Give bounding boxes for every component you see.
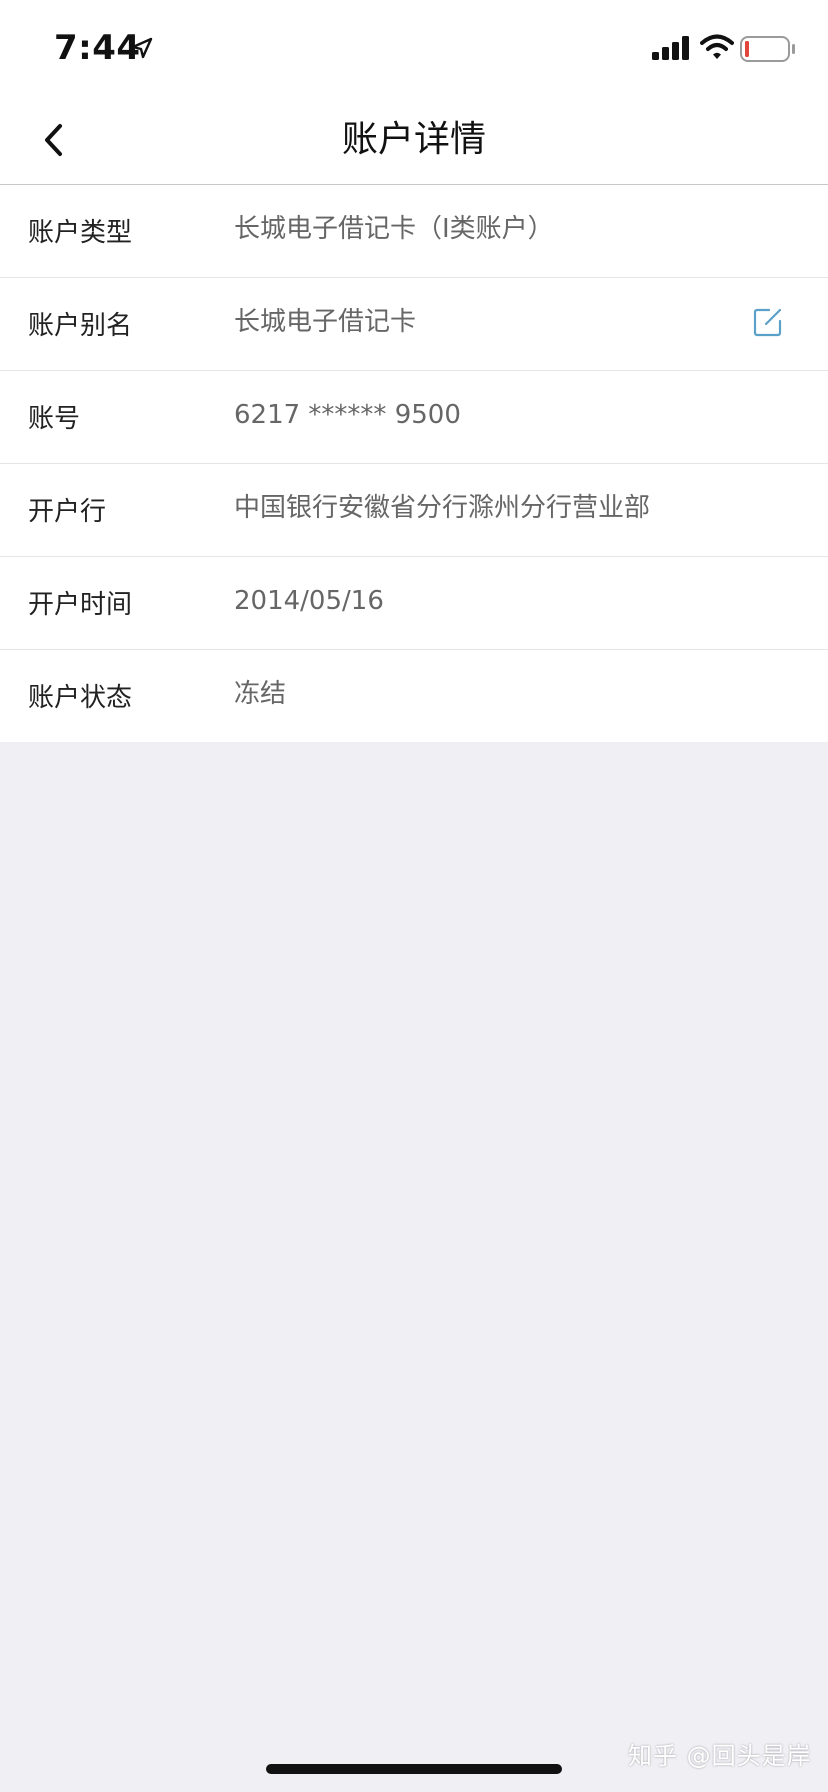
detail-row-account-alias: 账户别名 长城电子借记卡 — [0, 278, 828, 371]
account-detail-list: 账户类型 长城电子借记卡（I类账户） 账户别名 长城电子借记卡 账号 6217 … — [0, 185, 828, 742]
navigation-bar: 账户详情 — [0, 96, 828, 185]
detail-row-opening-date: 开户时间 2014/05/16 — [0, 557, 828, 650]
row-label: 开户行 — [28, 497, 107, 527]
row-value: 6217 ****** 9500 — [234, 400, 461, 430]
row-label: 账户类型 — [28, 218, 133, 248]
battery-low-icon — [740, 36, 795, 62]
row-value: 长城电子借记卡（I类账户） — [234, 214, 554, 244]
edit-alias-button[interactable] — [752, 306, 784, 338]
cellular-signal-icon — [652, 36, 689, 60]
row-value: 长城电子借记卡 — [234, 307, 417, 337]
row-label: 开户时间 — [28, 590, 133, 620]
row-label: 账户别名 — [28, 311, 133, 341]
detail-row-account-number: 账号 6217 ****** 9500 — [0, 371, 828, 464]
row-value: 冻结 — [234, 679, 287, 709]
detail-row-account-type: 账户类型 长城电子借记卡（I类账户） — [0, 185, 828, 278]
status-time: 7:44 — [54, 28, 141, 68]
row-value: 2014/05/16 — [234, 586, 384, 616]
row-label: 账号 — [28, 404, 81, 434]
row-value: 中国银行安徽省分行滁州分行营业部 — [234, 493, 651, 523]
edit-icon — [753, 308, 782, 337]
watermark: 知乎 @回头是岸 — [628, 1742, 812, 1770]
detail-row-account-status: 账户状态 冻结 — [0, 650, 828, 742]
status-bar: 7:44 — [0, 0, 828, 96]
detail-row-opening-bank: 开户行 中国银行安徽省分行滁州分行营业部 — [0, 464, 828, 557]
page-title: 账户详情 — [341, 119, 486, 160]
home-indicator[interactable] — [266, 1764, 562, 1774]
row-label: 账户状态 — [28, 683, 133, 713]
location-arrow-icon — [131, 37, 153, 59]
wifi-icon — [700, 34, 734, 59]
